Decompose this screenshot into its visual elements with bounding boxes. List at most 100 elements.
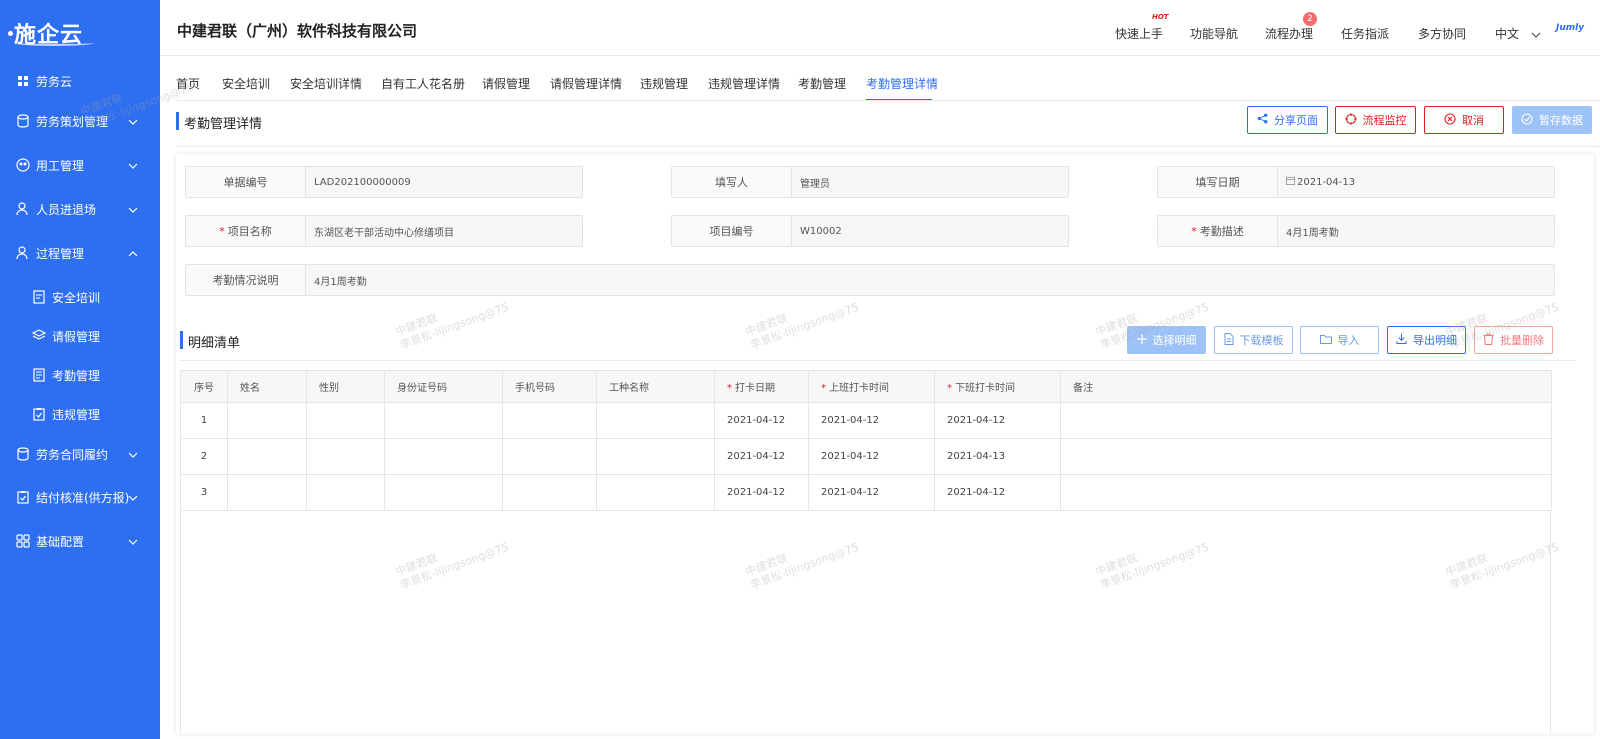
download-template-label: 下载模板: [1239, 334, 1284, 347]
col-header: 工种名称: [596, 370, 715, 403]
cell-clock-in[interactable]: 2021-04-12: [808, 402, 935, 439]
export-detail-button[interactable]: 导出明细: [1387, 326, 1466, 354]
sidebar-item-employment[interactable]: 用工管理: [0, 150, 160, 180]
logo-swoosh-icon: [14, 40, 94, 46]
sidebar-item-leave[interactable]: 请假管理: [0, 321, 160, 351]
tab-safety-training[interactable]: 安全培训: [222, 75, 270, 92]
tab-leave-detail[interactable]: 请假管理详情: [550, 75, 622, 92]
cell-gender[interactable]: [306, 402, 385, 439]
date-input[interactable]: 2021-04-13: [1278, 167, 1554, 197]
share-page-button[interactable]: 分享页面: [1247, 106, 1328, 134]
doc-no-value[interactable]: LAD202100000009: [306, 167, 582, 197]
cell-punch-date[interactable]: 2021-04-12: [714, 474, 809, 511]
cell-punch-date[interactable]: 2021-04-12: [714, 402, 809, 439]
nav-function-guide[interactable]: 功能导航: [1190, 25, 1238, 42]
cancel-button[interactable]: 取消: [1424, 106, 1504, 134]
nav-quick-start[interactable]: 快速上手: [1115, 25, 1163, 42]
cell-name[interactable]: [227, 402, 307, 439]
sidebar-item-violation[interactable]: 违规管理: [0, 399, 160, 429]
table-row[interactable]: 1 2021-04-12 2021-04-12 2021-04-12: [180, 402, 1552, 439]
cell-index: 1: [180, 402, 228, 439]
divider: [176, 146, 1600, 147]
sidebar-item-attendance[interactable]: 考勤管理: [0, 360, 160, 390]
cell-work-type[interactable]: [596, 474, 715, 511]
tab-violation[interactable]: 违规管理: [640, 75, 688, 92]
detail-table: 序号 姓名 性别 身份证号码 手机号码 工种名称 * 打卡日期 * 上班打卡时间 *…: [180, 370, 1552, 511]
cell-name[interactable]: [227, 474, 307, 511]
user-icon: [16, 202, 30, 216]
cell-phone[interactable]: [502, 474, 597, 511]
tab-leave[interactable]: 请假管理: [482, 75, 530, 92]
language-select[interactable]: 中文: [1495, 25, 1541, 42]
cell-name[interactable]: [227, 438, 307, 475]
company-name: 中建君联（广州）软件科技有限公司: [177, 22, 418, 40]
writer-value[interactable]: 管理员: [792, 167, 1068, 197]
col-header: 序号: [180, 370, 228, 403]
cell-clock-out[interactable]: 2021-04-12: [934, 402, 1061, 439]
cell-clock-out[interactable]: 2021-04-12: [934, 474, 1061, 511]
tab-violation-detail[interactable]: 违规管理详情: [708, 75, 780, 92]
nav-process-handling[interactable]: 流程办理: [1265, 25, 1313, 42]
cell-remark[interactable]: [1060, 402, 1552, 439]
sidebar-item-settlement[interactable]: 结付核准(供方报): [0, 482, 160, 512]
cell-work-type[interactable]: [596, 438, 715, 475]
cell-clock-out[interactable]: 2021-04-13: [934, 438, 1061, 475]
tab-attendance-detail[interactable]: 考勤管理详情: [866, 75, 938, 92]
col-header: 姓名: [227, 370, 307, 403]
project-name-value[interactable]: 东湖区老干部活动中心修缮项目: [306, 216, 582, 246]
tab-attendance[interactable]: 考勤管理: [798, 75, 846, 92]
nav-task-assign[interactable]: 任务指派: [1341, 25, 1389, 42]
cell-id-number[interactable]: [384, 438, 503, 475]
sidebar-item-personnel-entry[interactable]: 人员进退场: [0, 194, 160, 224]
att-desc-value[interactable]: 4月1周考勤: [1278, 216, 1554, 246]
chevron-up-icon: [128, 246, 138, 260]
cell-gender[interactable]: [306, 474, 385, 511]
project-no-value[interactable]: W10002: [792, 216, 1068, 246]
chevron-down-icon: [1531, 27, 1541, 41]
cell-remark[interactable]: [1060, 474, 1552, 511]
table-row[interactable]: 3 2021-04-12 2021-04-12 2021-04-12: [180, 474, 1552, 511]
cell-id-number[interactable]: [384, 402, 503, 439]
tab-worker-roster[interactable]: 自有工人花名册: [381, 75, 465, 92]
save-draft-button[interactable]: 暂存数据: [1512, 106, 1592, 134]
sidebar-item-safety-training[interactable]: 安全培训: [0, 282, 160, 312]
import-button[interactable]: 导入: [1300, 326, 1379, 354]
col-header: * 上班打卡时间: [808, 370, 935, 403]
col-header-text: 上班打卡时间: [829, 383, 889, 394]
batch-delete-label: 批量删除: [1500, 334, 1544, 347]
table-row[interactable]: 2 2021-04-12 2021-04-12 2021-04-13: [180, 438, 1552, 475]
col-header: 身份证号码: [384, 370, 503, 403]
sidebar-item-contract[interactable]: 劳务合同履约: [0, 439, 160, 469]
cell-remark[interactable]: [1060, 438, 1552, 475]
cell-phone[interactable]: [502, 438, 597, 475]
sidebar-item-basic-config[interactable]: 基础配置: [0, 526, 160, 556]
process-monitor-label: 流程监控: [1362, 114, 1407, 127]
cell-clock-in[interactable]: 2021-04-12: [808, 438, 935, 475]
cell-clock-in[interactable]: 2021-04-12: [808, 474, 935, 511]
language-label: 中文: [1495, 27, 1520, 41]
chevron-down-icon: [128, 158, 138, 172]
cell-index: 3: [180, 474, 228, 511]
process-monitor-button[interactable]: 流程监控: [1335, 106, 1416, 134]
cell-work-type[interactable]: [596, 402, 715, 439]
cell-punch-date[interactable]: 2021-04-12: [714, 438, 809, 475]
nav-multi-collab[interactable]: 多方协同: [1418, 25, 1466, 42]
cell-id-number[interactable]: [384, 474, 503, 511]
sidebar-item-labor-cloud[interactable]: 劳务云: [0, 66, 160, 96]
brand-logo[interactable]: 施企云: [0, 0, 160, 66]
download-template-button[interactable]: 下载模板: [1214, 326, 1293, 354]
required-mark: *: [1191, 224, 1197, 238]
tab-safety-training-detail[interactable]: 安全培训详情: [290, 75, 362, 92]
sidebar-item-labor-planning[interactable]: 劳务策划管理: [0, 106, 160, 136]
select-detail-button[interactable]: 选择明细: [1127, 326, 1206, 354]
cell-phone[interactable]: [502, 402, 597, 439]
file-icon: [1224, 332, 1234, 348]
user-logo[interactable]: Jumly: [1556, 23, 1584, 33]
sidebar-item-process[interactable]: 过程管理: [0, 238, 160, 268]
share-page-label: 分享页面: [1274, 114, 1318, 127]
att-note-value[interactable]: 4月1周考勤: [306, 265, 1554, 295]
cell-gender[interactable]: [306, 438, 385, 475]
batch-delete-button[interactable]: 批量删除: [1474, 326, 1553, 354]
col-header: 手机号码: [502, 370, 597, 403]
tab-home[interactable]: 首页: [176, 75, 200, 92]
